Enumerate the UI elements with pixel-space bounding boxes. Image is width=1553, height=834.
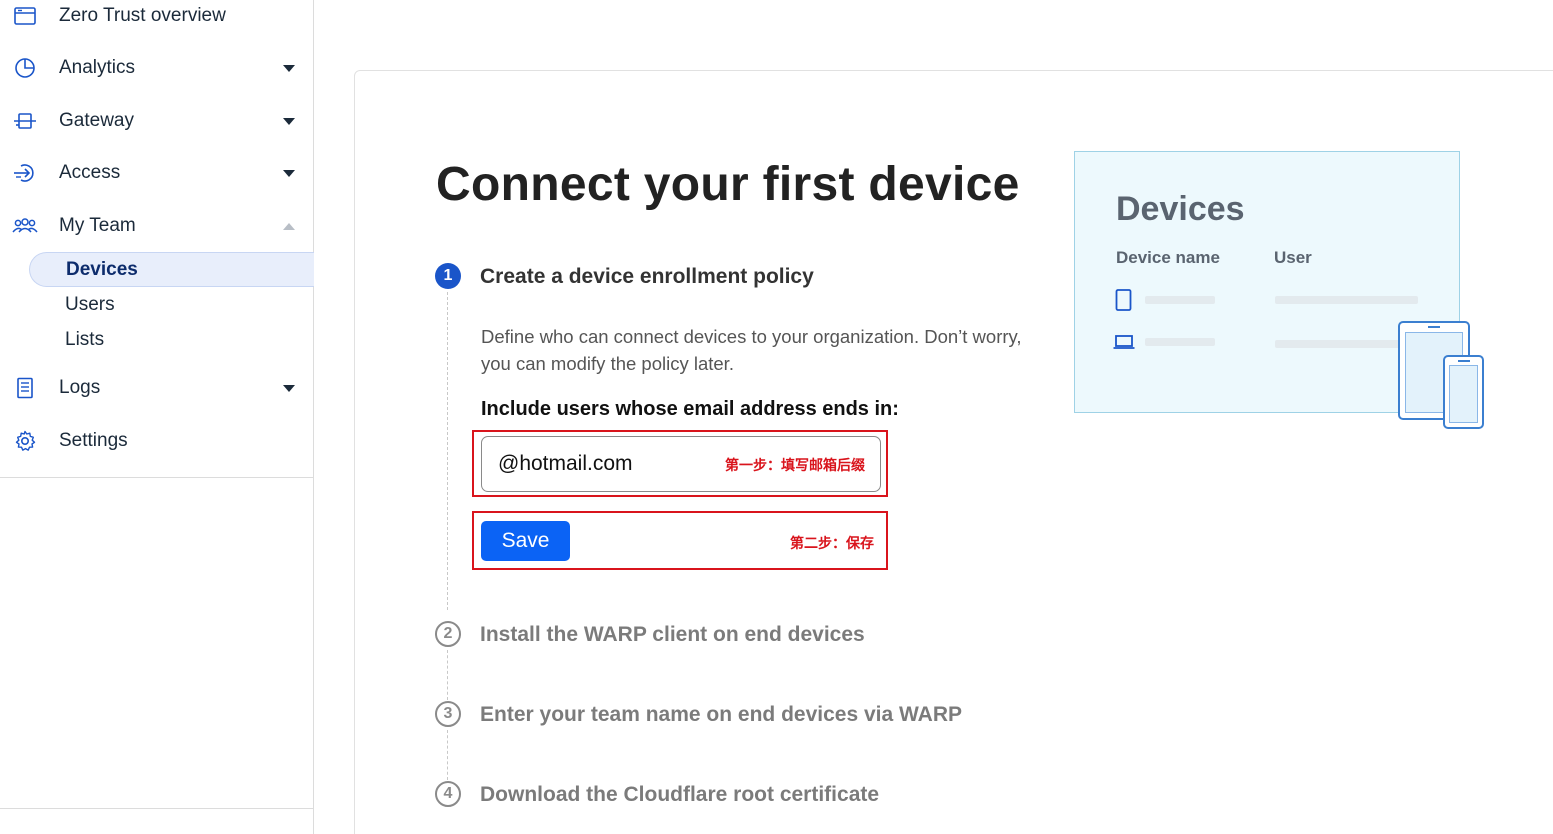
chevron-down-icon[interactable]	[283, 384, 295, 392]
placeholder-bar	[1275, 296, 1418, 304]
sidebar-subitem-lists[interactable]: Lists	[29, 322, 314, 357]
chevron-down-icon[interactable]	[283, 117, 295, 125]
sidebar-item-label: Gateway	[59, 110, 134, 131]
step-title[interactable]: Create a device enrollment policy	[480, 265, 814, 289]
step-connector	[447, 730, 448, 780]
placeholder-bar	[1275, 340, 1400, 348]
sidebar-item-access[interactable]: Access	[0, 153, 313, 193]
save-button[interactable]: Save	[481, 521, 570, 561]
sidebar-subitem-label: Lists	[65, 328, 105, 350]
chevron-down-icon[interactable]	[283, 64, 295, 72]
sidebar: Zero Trust overview Analytics Gateway Ac…	[0, 0, 314, 834]
sidebar-subitem-label: Users	[65, 293, 115, 315]
sidebar-item-analytics[interactable]: Analytics	[0, 48, 313, 88]
annotation-text: 第二步：保存	[790, 536, 874, 552]
illustration-column-device-name: Device name	[1116, 248, 1220, 267]
step-title[interactable]: Download the Cloudflare root certificate	[480, 783, 879, 807]
phone-icon	[1443, 355, 1484, 429]
sidebar-divider	[0, 808, 313, 809]
sidebar-subitem-users[interactable]: Users	[29, 287, 314, 322]
sidebar-subitem-devices[interactable]: Devices	[29, 252, 314, 287]
step-number: 2	[435, 621, 461, 647]
sidebar-item-label: Logs	[59, 377, 101, 398]
illustration-title: Devices	[1116, 190, 1245, 228]
sidebar-item-label: Analytics	[59, 57, 136, 78]
step-number: 3	[435, 701, 461, 727]
sidebar-divider	[0, 477, 313, 478]
gear-icon	[12, 428, 38, 454]
placeholder-bar	[1145, 338, 1215, 346]
annotation-text: 第一步：填写邮箱后缀	[725, 458, 865, 474]
placeholder-bar	[1145, 296, 1215, 304]
step-connector	[447, 292, 448, 610]
sidebar-item-zero-trust-overview[interactable]: Zero Trust overview	[0, 0, 313, 36]
gateway-icon	[12, 108, 38, 134]
laptop-icon	[1113, 334, 1135, 355]
chevron-up-icon[interactable]	[283, 222, 295, 230]
sidebar-item-label: My Team	[59, 215, 136, 236]
sidebar-item-settings[interactable]: Settings	[0, 421, 313, 461]
team-icon	[12, 213, 38, 239]
pie-chart-icon	[12, 55, 38, 81]
logs-icon	[12, 375, 38, 401]
include-users-label: Include users whose email address ends i…	[481, 398, 899, 420]
step-number: 4	[435, 781, 461, 807]
sidebar-item-label: Zero Trust overview	[59, 5, 226, 26]
sidebar-item-label: Settings	[59, 430, 128, 451]
chevron-down-icon[interactable]	[283, 169, 295, 177]
sidebar-item-gateway[interactable]: Gateway	[0, 101, 313, 141]
step-number: 1	[435, 263, 461, 289]
sidebar-item-label: Access	[59, 162, 121, 183]
illustration-column-user: User	[1274, 248, 1312, 267]
sidebar-item-my-team[interactable]: My Team	[0, 206, 313, 246]
access-icon	[12, 160, 38, 186]
page-title: Connect your first device	[436, 158, 1020, 211]
step-description: Define who can connect devices to your o…	[481, 326, 1022, 374]
sidebar-item-logs[interactable]: Logs	[0, 368, 313, 408]
step-title[interactable]: Install the WARP client on end devices	[480, 623, 865, 647]
sidebar-subitem-label: Devices	[66, 258, 138, 280]
phone-icon	[1115, 289, 1132, 316]
window-icon	[12, 3, 38, 29]
step-connector	[447, 650, 448, 700]
step-title[interactable]: Enter your team name on end devices via …	[480, 703, 962, 727]
